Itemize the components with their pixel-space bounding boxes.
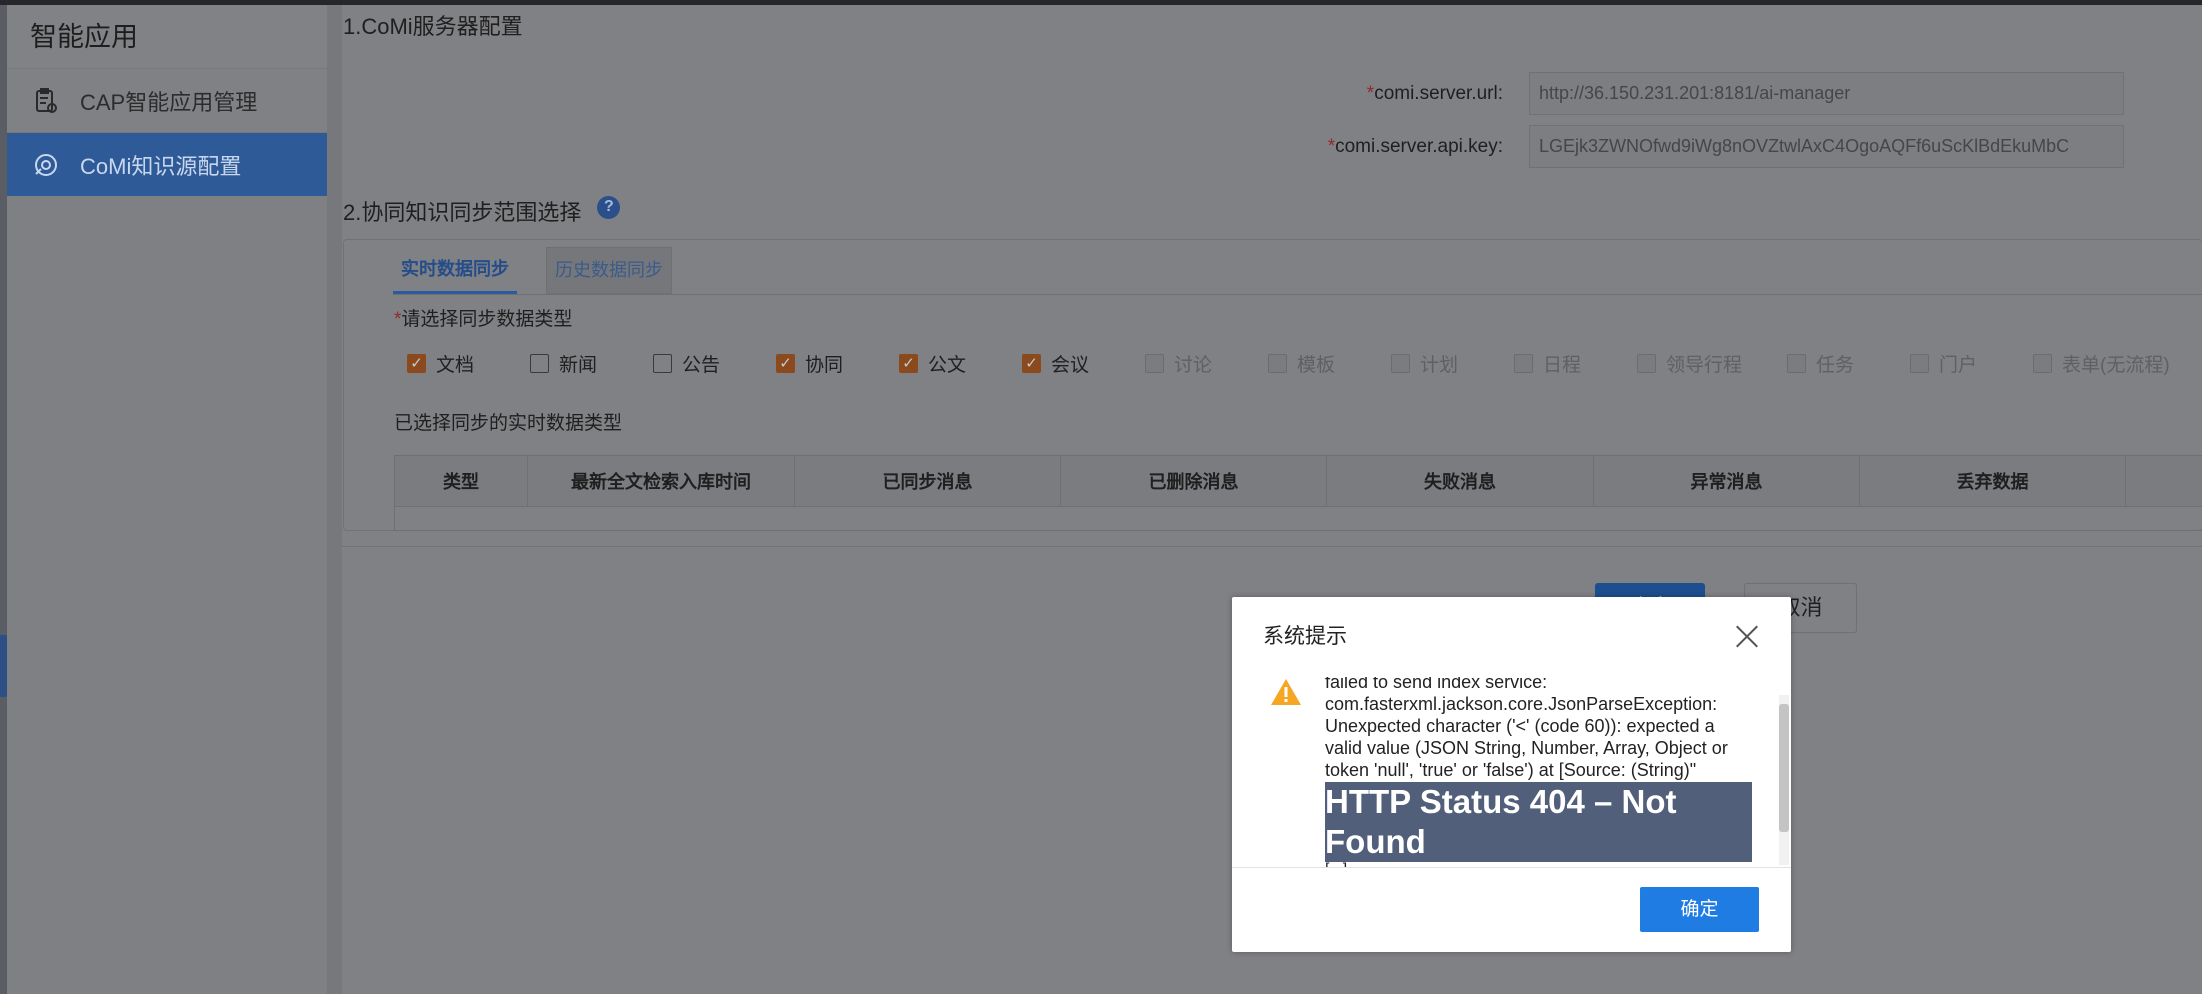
- checkbox-公文[interactable]: ✓ 公文: [899, 350, 1022, 376]
- table-header: 类型 最新全文检索入库时间 已同步消息 已删除消息 失败消息 异常消息 丢弃数据: [395, 456, 2202, 507]
- sidebar-divider: [327, 5, 342, 994]
- checkbox-模板[interactable]: 模板: [1268, 350, 1391, 376]
- sync-tabs: 实时数据同步 历史数据同步: [393, 247, 701, 294]
- help-icon[interactable]: ?: [597, 195, 621, 219]
- tab-realtime-sync[interactable]: 实时数据同步: [393, 247, 517, 294]
- column-header: 已删除消息: [1061, 456, 1327, 506]
- form-divider: [342, 546, 2202, 547]
- ok-button[interactable]: 确定: [1640, 887, 1759, 932]
- checkbox-计划[interactable]: 计划: [1391, 350, 1514, 376]
- column-header: 已同步消息: [795, 456, 1061, 506]
- close-icon[interactable]: [1736, 625, 1758, 647]
- api-key-label: *comi.server.api.key:: [1327, 135, 1503, 157]
- checkbox-公告[interactable]: 公告: [653, 350, 776, 376]
- dialog-scrollbar-thumb[interactable]: [1779, 704, 1789, 832]
- checkbox-讨论[interactable]: 讨论: [1145, 350, 1268, 376]
- checkbox-会议[interactable]: ✓ 会议: [1022, 350, 1145, 376]
- server-url-input[interactable]: http://36.150.231.201:8181/ai-manager: [1529, 72, 2124, 115]
- server-url-label: *comi.server.url:: [1366, 82, 1503, 104]
- checkbox-文档[interactable]: ✓ 文档: [407, 350, 530, 376]
- column-header: 类型: [395, 456, 528, 506]
- column-header: 异常消息: [1594, 456, 1860, 506]
- field-api-key: *comi.server.api.key: LGEjk3ZWNOfwd9iWg8…: [343, 125, 2124, 168]
- error-message: failed to send index service: com.faster…: [1325, 677, 1728, 780]
- sidebar-item-label: CoMi知识源配置: [80, 153, 242, 179]
- left-edge: [0, 5, 7, 994]
- data-type-label: *请选择同步数据类型: [394, 309, 573, 330]
- sidebar-item-cap[interactable]: CAP智能应用管理: [7, 68, 327, 132]
- checkbox-日程[interactable]: 日程: [1514, 350, 1637, 376]
- sync-status-table: 类型 最新全文检索入库时间 已同步消息 已删除消息 失败消息 异常消息 丢弃数据: [394, 455, 2202, 531]
- checkbox-任务[interactable]: 任务: [1787, 350, 1910, 376]
- dialog-footer-divider: [1232, 867, 1791, 868]
- section2-title: 2.协同知识同步范围选择 ?: [343, 195, 621, 227]
- sidebar-item-comi[interactable]: CoMi知识源配置: [7, 132, 327, 196]
- selected-types-label: 已选择同步的实时数据类型: [394, 413, 623, 434]
- error-heading: HTTP Status 404 – Not Found: [1325, 782, 1752, 862]
- column-header: 失败消息: [1327, 456, 1594, 506]
- tab-history-sync[interactable]: 历史数据同步: [546, 247, 672, 294]
- checkbox-门户[interactable]: 门户: [1910, 350, 2033, 376]
- dialog-body: failed to send index service: com.faster…: [1232, 677, 1791, 867]
- column-header: 最新全文检索入库时间: [528, 456, 795, 506]
- checkbox-新闻[interactable]: 新闻: [530, 350, 653, 376]
- left-edge-marker: [0, 635, 7, 697]
- checkbox-表单无流程[interactable]: 表单(无流程): [2033, 350, 2183, 376]
- checkbox-协同[interactable]: ✓ 协同: [776, 350, 899, 376]
- check-icon: ✓: [407, 353, 426, 373]
- checkbox-领导行程[interactable]: 领导行程: [1637, 350, 1787, 376]
- sync-panel: 实时数据同步 历史数据同步 *请选择同步数据类型 ✓ 文档 新闻 公告 ✓ 协同 ✓…: [343, 239, 2202, 531]
- system-alert-dialog: 系统提示 failed to send index service: com.f…: [1232, 597, 1791, 952]
- data-type-checkboxes: ✓ 文档 新闻 公告 ✓ 协同 ✓ 公文 ✓ 会议 讨论 模板 计划 日程 领导行程 任…: [407, 350, 2183, 376]
- api-key-input[interactable]: LGEjk3ZWNOfwd9iWg8nOVZtwlAxC4OgoAQFf6uSc…: [1529, 125, 2124, 168]
- sidebar-title: 智能应用: [7, 5, 327, 68]
- check-icon: ✓: [1022, 353, 1041, 373]
- check-icon: ✓: [899, 353, 918, 373]
- knowledge-icon: [32, 151, 60, 179]
- clipboard-icon: [32, 87, 60, 115]
- tab-underline: [393, 294, 2202, 295]
- section1-title: 1.CoMi服务器配置: [343, 14, 523, 39]
- check-icon: ✓: [776, 353, 795, 373]
- sidebar: 智能应用 CAP智能应用管理 CoMi知识源配置: [7, 5, 327, 994]
- column-header: 丢弃数据: [1860, 456, 2126, 506]
- field-server-url: *comi.server.url: http://36.150.231.201:…: [343, 72, 2124, 115]
- dialog-message: failed to send index service: com.faster…: [1325, 677, 1755, 867]
- warning-icon: [1270, 677, 1302, 707]
- sidebar-item-label: CAP智能应用管理: [80, 89, 258, 115]
- dialog-title: 系统提示: [1263, 625, 1347, 648]
